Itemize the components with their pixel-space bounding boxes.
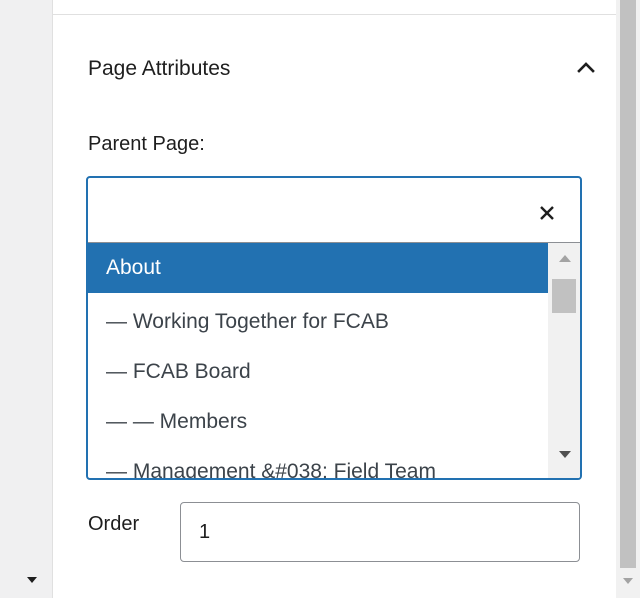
parent-page-combobox[interactable]: About — Working Together for FCAB — FCAB… [86,176,582,480]
scroll-up-arrow-icon[interactable] [559,255,571,262]
page-scrollbar-thumb[interactable] [620,0,636,568]
close-icon[interactable] [532,198,562,228]
panel-title[interactable]: Page Attributes [88,54,230,84]
left-gutter [0,0,52,598]
scroll-down-arrow-icon[interactable] [559,451,571,458]
option-fcab-board[interactable]: — FCAB Board [88,347,548,397]
order-label: Order [88,513,140,535]
scroll-down-arrow-icon[interactable] [27,577,37,583]
parent-page-search-input[interactable] [88,178,508,242]
parent-page-label: Parent Page: [88,133,205,155]
option-members[interactable]: — — Members [88,397,548,447]
page-attributes-screen: Page Attributes Parent Page: About — Wor… [0,0,640,598]
page-scroll-down-icon[interactable] [623,578,633,584]
options-scrollbar[interactable] [548,243,580,478]
panel-divider [52,14,616,15]
option-about[interactable]: About [88,243,548,293]
options-scrollbar-thumb[interactable] [552,279,576,313]
parent-page-options-list[interactable]: About — Working Together for FCAB — FCAB… [88,242,580,478]
order-input[interactable] [180,502,580,562]
chevron-up-icon[interactable] [572,56,600,80]
option-management-field-team[interactable]: — Management &#038; Field Team [88,447,548,478]
option-working-together[interactable]: — Working Together for FCAB [88,297,548,347]
